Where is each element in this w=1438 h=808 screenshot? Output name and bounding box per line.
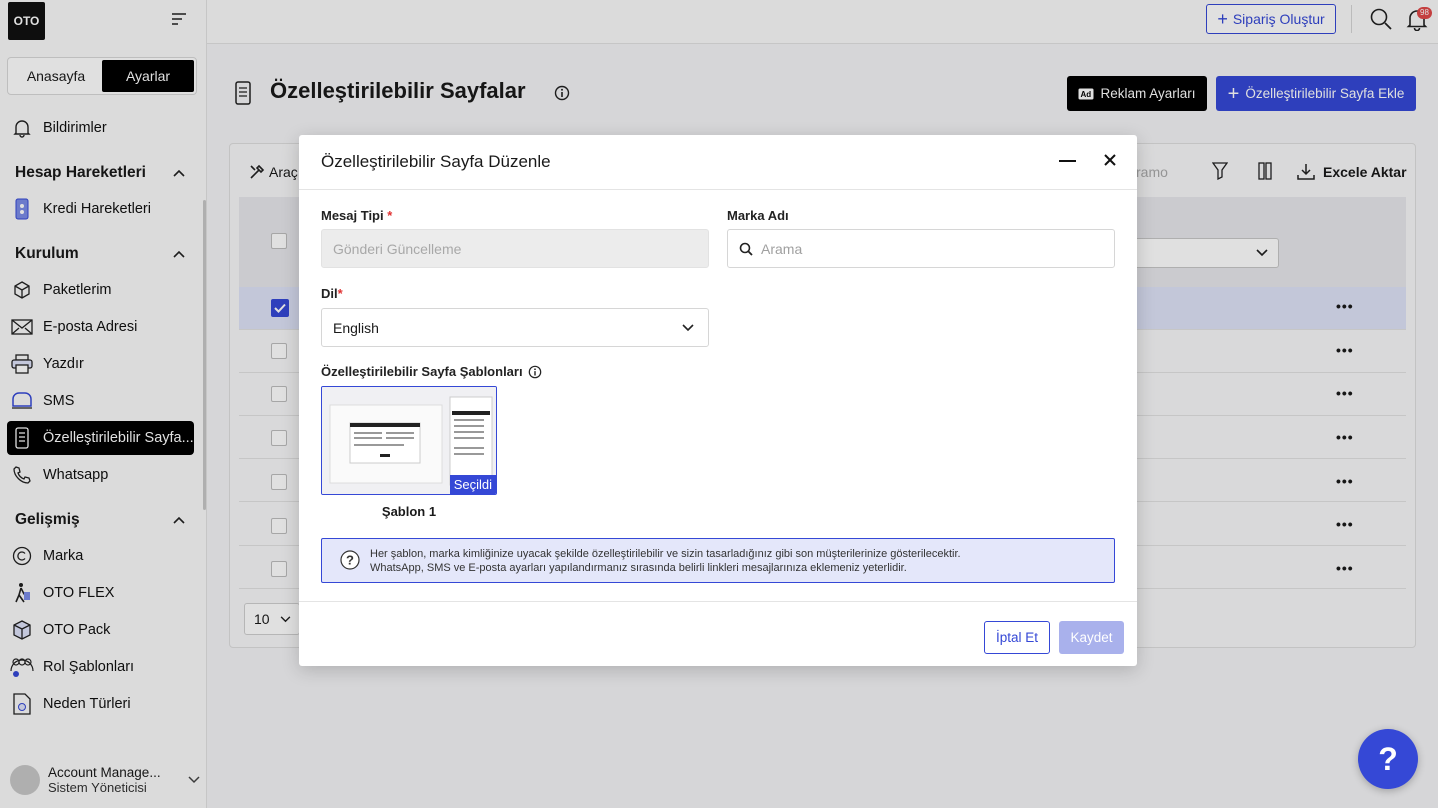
language-value: English <box>333 319 379 336</box>
chevron-down-icon <box>682 323 694 331</box>
message-type-field: Gönderi Güncelleme <box>321 229 709 268</box>
message-type-label: Mesaj Tipi * <box>321 208 393 223</box>
minimize-icon[interactable] <box>1059 160 1076 162</box>
note-line-2: WhatsApp, SMS ve E-posta ayarları yapıla… <box>370 561 907 574</box>
save-button[interactable]: Kaydet <box>1059 621 1124 654</box>
templates-label: Özelleştirilebilir Sayfa Şablonları <box>321 364 542 379</box>
help-button[interactable]: ? <box>1358 729 1418 789</box>
selected-badge: Seçildi <box>449 475 496 494</box>
template-card-1[interactable]: Seçildi <box>321 386 497 495</box>
brand-search-input[interactable]: Arama <box>727 229 1115 268</box>
info-icon[interactable] <box>528 365 542 379</box>
edit-custom-page-modal: Özelleştirilebilir Sayfa Düzenle Mesaj T… <box>299 135 1137 666</box>
close-icon[interactable] <box>1102 152 1118 168</box>
search-icon <box>739 242 753 256</box>
info-note: ? Her şablon, marka kimliğinize uyacak ş… <box>321 538 1115 583</box>
template-name: Şablon 1 <box>381 504 437 519</box>
message-type-value: Gönderi Güncelleme <box>333 240 462 257</box>
language-label: Dil* <box>321 286 343 301</box>
brand-name-label: Marka Adı <box>727 208 789 223</box>
language-select[interactable]: English <box>321 308 709 347</box>
modal-header: Özelleştirilebilir Sayfa Düzenle <box>299 135 1137 190</box>
brand-search-placeholder: Arama <box>761 240 803 257</box>
note-line-1: Her şablon, marka kimliğinize uyacak şek… <box>370 547 961 560</box>
svg-text:?: ? <box>346 553 354 568</box>
modal-title: Özelleştirilebilir Sayfa Düzenle <box>321 152 551 171</box>
cancel-button[interactable]: İptal Et <box>984 621 1050 654</box>
question-circle-icon: ? <box>340 550 360 570</box>
modal-footer: İptal Et Kaydet <box>299 601 1137 666</box>
